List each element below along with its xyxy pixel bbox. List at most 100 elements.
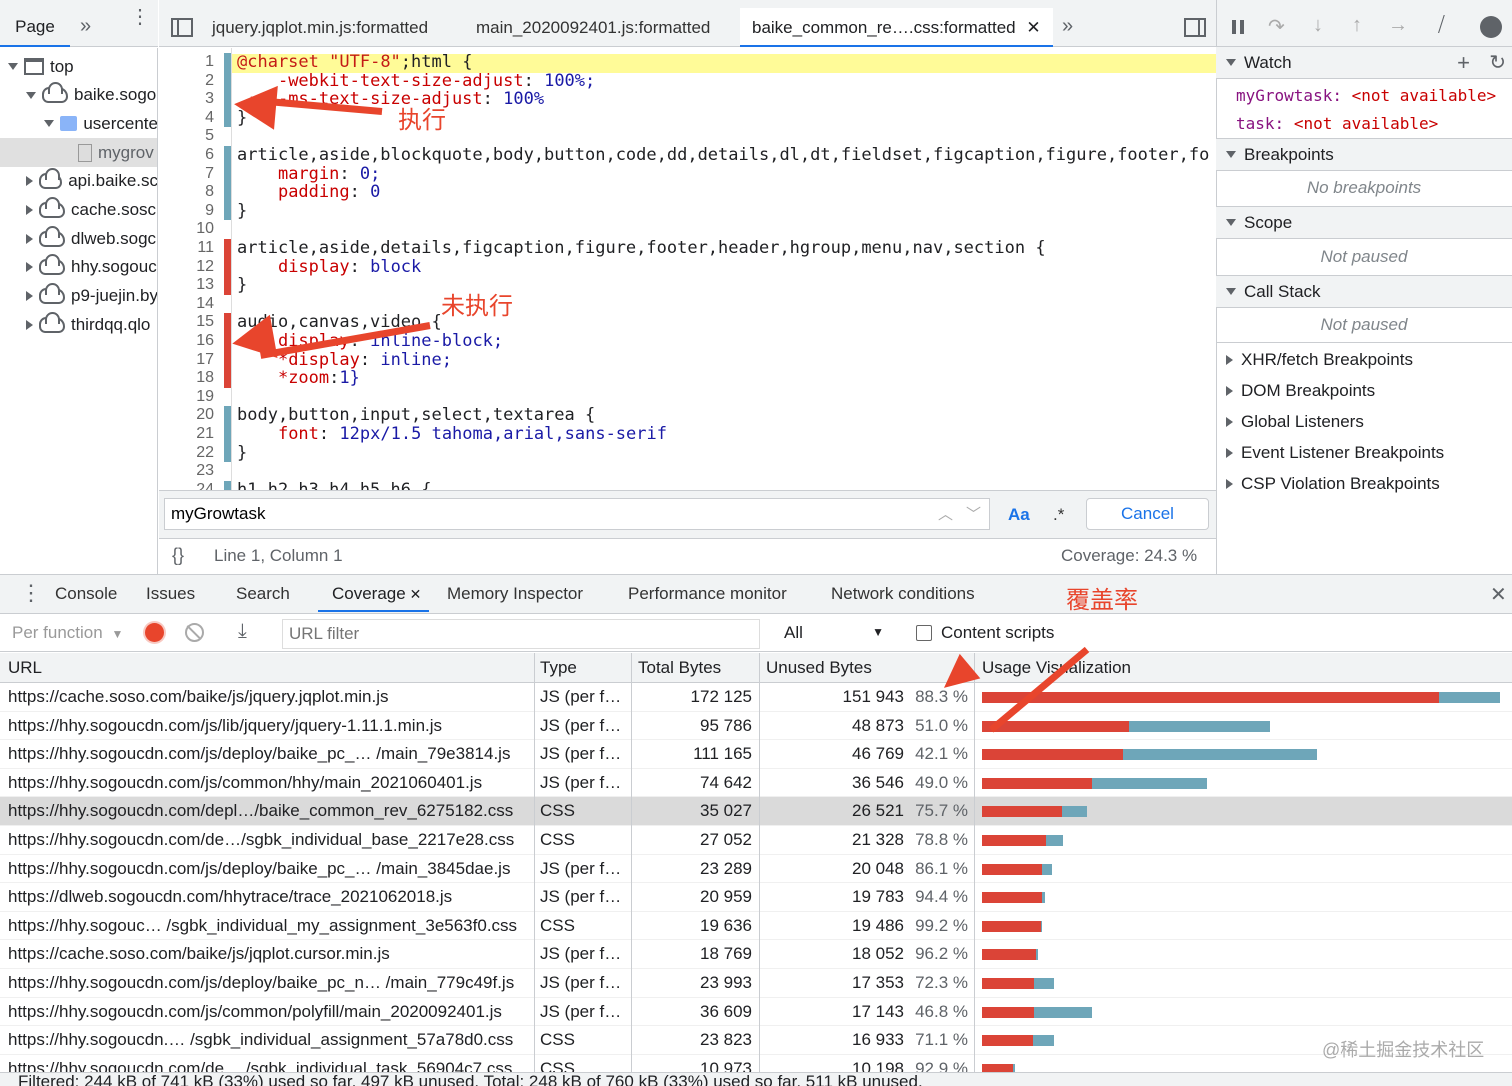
- close-coverage-tab-icon[interactable]: ✕: [406, 586, 422, 602]
- step-over-icon[interactable]: ↷: [1268, 14, 1285, 39]
- line-number[interactable]: 4: [172, 109, 214, 128]
- table-row[interactable]: https://hhy.sogoucdn.com/depl…/baike_com…: [0, 797, 1512, 826]
- tree-item-1[interactable]: baike.sogo: [0, 81, 157, 110]
- line-number[interactable]: 19: [172, 388, 214, 407]
- table-row[interactable]: https://hhy.sogoucdn.com/js/lib/jquery/j…: [0, 712, 1512, 741]
- watch-item-1[interactable]: myGrowtask: <not available>: [1236, 86, 1496, 105]
- step-icon[interactable]: →: [1388, 14, 1408, 37]
- dom-breakpoints-section[interactable]: DOM Breakpoints: [1216, 375, 1512, 406]
- line-number[interactable]: 17: [172, 351, 214, 370]
- watch-item-2[interactable]: task: <not available>: [1236, 114, 1438, 133]
- watch-section-header[interactable]: Watch + ↻: [1216, 46, 1512, 79]
- step-out-icon[interactable]: ↑: [1352, 14, 1362, 37]
- line-number[interactable]: 11: [172, 239, 214, 258]
- line-number[interactable]: 5: [172, 127, 214, 146]
- more-tabs-icon[interactable]: »: [80, 15, 91, 38]
- drawer-tab-issues[interactable]: Issues: [146, 576, 195, 612]
- col-url[interactable]: URL: [8, 658, 42, 678]
- drawer-tab-coverage[interactable]: Coverage ✕: [318, 576, 430, 612]
- tree-item-6[interactable]: dlweb.sogc: [0, 224, 157, 253]
- line-number[interactable]: 13: [172, 276, 214, 295]
- table-row[interactable]: https://hhy.sogoucdn.com/js/deploy/baike…: [0, 740, 1512, 769]
- table-row[interactable]: https://hhy.sogouc… /sgbk_individual_my_…: [0, 912, 1512, 941]
- tree-item-5[interactable]: cache.sosc: [0, 196, 157, 225]
- line-number[interactable]: 23: [172, 462, 214, 481]
- drawer-tab-network-conditions[interactable]: Network conditions: [831, 576, 975, 612]
- cancel-button[interactable]: Cancel: [1086, 498, 1209, 530]
- tree-item-2[interactable]: usercente: [0, 109, 157, 138]
- search-input[interactable]: [164, 498, 990, 530]
- export-icon[interactable]: ⤓: [238, 620, 247, 643]
- tree-item-4[interactable]: api.baike.sc: [0, 167, 157, 196]
- tab-page[interactable]: Page: [0, 8, 70, 47]
- line-number[interactable]: 6: [172, 146, 214, 165]
- editor-tab-3[interactable]: baike_common_re….css:formatted ✕: [740, 8, 1053, 47]
- line-number[interactable]: 16: [172, 332, 214, 351]
- col-unused[interactable]: Unused Bytes: [766, 658, 872, 678]
- drawer-tab-performance-monitor[interactable]: Performance monitor: [628, 576, 787, 612]
- deactivate-breakpoints-icon[interactable]: ⧸: [1438, 14, 1445, 37]
- content-scripts-checkbox[interactable]: [916, 625, 932, 641]
- drawer-tab-console[interactable]: Console: [55, 576, 117, 612]
- tree-item-9[interactable]: thirdqq.qlo: [0, 310, 157, 339]
- tree-item-7[interactable]: hhy.sogouc: [0, 253, 157, 282]
- pause-icon[interactable]: [1232, 20, 1236, 34]
- record-button[interactable]: [145, 623, 164, 642]
- table-row[interactable]: https://hhy.sogoucdn.… /sgbk_individual_…: [0, 1026, 1512, 1055]
- search-next-icon[interactable]: ﹀: [966, 503, 981, 524]
- match-case-button[interactable]: Aa: [1008, 505, 1030, 525]
- line-number[interactable]: 14: [172, 295, 214, 314]
- step-into-icon[interactable]: ↓: [1313, 14, 1323, 37]
- table-row[interactable]: https://cache.soso.com/baike/js/jqplot.c…: [0, 940, 1512, 969]
- per-function-select[interactable]: Per function ▼: [12, 623, 123, 643]
- line-number[interactable]: 21: [172, 425, 214, 444]
- table-row[interactable]: https://dlweb.sogoucdn.com/hhytrace/trac…: [0, 883, 1512, 912]
- line-number[interactable]: 10: [172, 220, 214, 239]
- tree-item-8[interactable]: p9-juejin.by: [0, 282, 157, 311]
- line-number[interactable]: 22: [172, 444, 214, 463]
- table-row[interactable]: https://hhy.sogoucdn.com/js/common/hhy/m…: [0, 769, 1512, 798]
- editor-tab-1[interactable]: jquery.jqplot.min.js:formatted: [212, 18, 428, 38]
- drawer-tab-search[interactable]: Search: [236, 576, 290, 612]
- tree-item-0[interactable]: top: [0, 52, 157, 81]
- refresh-watch-icon[interactable]: ↻: [1489, 50, 1506, 75]
- kebab-menu-icon[interactable]: ⋮: [130, 7, 150, 27]
- col-type[interactable]: Type: [540, 658, 577, 678]
- clear-icon[interactable]: [185, 623, 204, 642]
- line-number[interactable]: 15: [172, 313, 214, 332]
- pretty-print-icon[interactable]: {}: [172, 545, 184, 566]
- table-row[interactable]: https://hhy.sogoucdn.com/de…/sgbk_indivi…: [0, 826, 1512, 855]
- drawer-tab-memory-inspector[interactable]: Memory Inspector: [447, 576, 583, 612]
- url-filter-input[interactable]: [282, 619, 760, 649]
- col-total[interactable]: Total Bytes: [638, 658, 721, 678]
- scope-section-header[interactable]: Scope: [1216, 206, 1512, 239]
- breakpoints-section-header[interactable]: Breakpoints: [1216, 138, 1512, 171]
- csp-violation-breakpoints-section[interactable]: CSP Violation Breakpoints: [1216, 468, 1512, 499]
- line-number[interactable]: 9: [172, 202, 214, 221]
- line-number[interactable]: 18: [172, 369, 214, 388]
- line-number[interactable]: 3: [172, 90, 214, 109]
- close-tab-icon[interactable]: ✕: [1026, 18, 1040, 37]
- editor-tab-2[interactable]: main_2020092401.js:formatted: [476, 18, 710, 38]
- more-editor-tabs-icon[interactable]: »: [1062, 15, 1073, 38]
- tree-item-3[interactable]: mygrov: [0, 138, 157, 168]
- table-row[interactable]: https://hhy.sogoucdn.com/js/deploy/baike…: [0, 969, 1512, 998]
- global-listeners-section[interactable]: Global Listeners: [1216, 406, 1512, 437]
- table-row[interactable]: https://hhy.sogoucdn.com/js/common/polyf…: [0, 998, 1512, 1027]
- line-number[interactable]: 12: [172, 258, 214, 277]
- event-listener-breakpoints-section[interactable]: Event Listener Breakpoints: [1216, 437, 1512, 468]
- toggle-debugger-icon[interactable]: [1184, 18, 1206, 37]
- callstack-section-header[interactable]: Call Stack: [1216, 275, 1512, 308]
- add-watch-icon[interactable]: +: [1457, 50, 1470, 76]
- line-number[interactable]: 2: [172, 72, 214, 91]
- close-drawer-icon[interactable]: ✕: [1490, 582, 1507, 607]
- xhr-breakpoints-section[interactable]: XHR/fetch Breakpoints: [1216, 344, 1512, 375]
- line-number[interactable]: 7: [172, 165, 214, 184]
- line-number[interactable]: 1: [172, 53, 214, 72]
- table-row[interactable]: https://hhy.sogoucdn.com/js/deploy/baike…: [0, 855, 1512, 884]
- table-row[interactable]: https://cache.soso.com/baike/js/jquery.j…: [0, 683, 1512, 712]
- toggle-navigator-icon[interactable]: [171, 18, 193, 37]
- line-number[interactable]: 8: [172, 183, 214, 202]
- search-prev-icon[interactable]: ︿: [938, 503, 953, 524]
- regex-button[interactable]: .*: [1053, 505, 1064, 525]
